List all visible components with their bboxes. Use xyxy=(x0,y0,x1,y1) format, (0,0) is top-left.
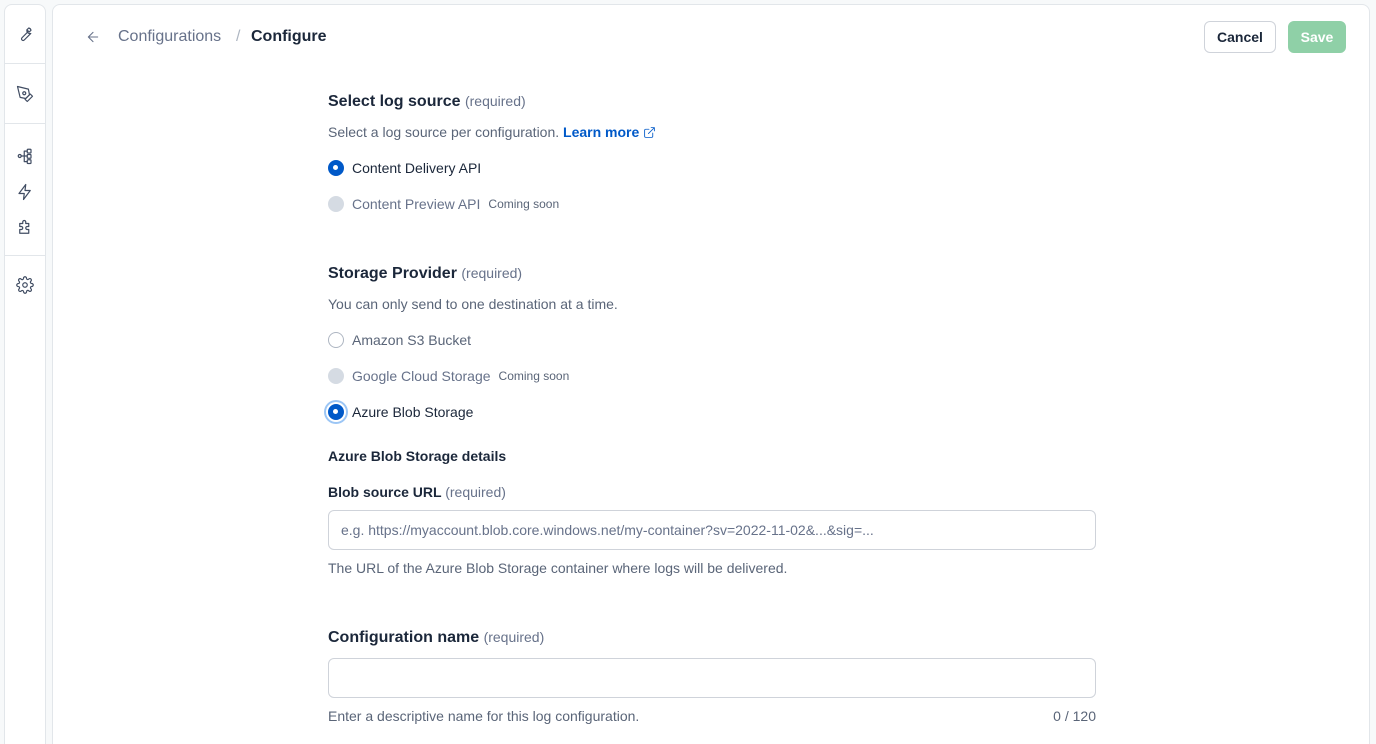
radio-label: Google Cloud Storage xyxy=(352,368,491,384)
config-name-help: Enter a descriptive name for this log co… xyxy=(328,708,640,724)
flow-icon[interactable] xyxy=(5,141,45,171)
radio-button[interactable] xyxy=(328,160,344,176)
pen-icon[interactable] xyxy=(5,79,45,109)
required-marker: (required) xyxy=(461,265,523,281)
required-marker: (required) xyxy=(464,93,526,109)
radio-amazon-s3[interactable]: Amazon S3 Bucket xyxy=(328,330,471,350)
storage-provider-help: You can only send to one destination at … xyxy=(328,296,618,312)
radio-content-preview-api: Content Preview API Coming soon xyxy=(328,194,559,214)
required-marker: (required) xyxy=(483,629,545,645)
radio-button xyxy=(328,368,344,384)
puzzle-icon[interactable] xyxy=(5,213,45,243)
blob-url-help: The URL of the Azure Blob Storage contai… xyxy=(328,560,788,576)
rail-divider xyxy=(5,255,45,256)
radio-label: Content Preview API xyxy=(352,196,481,212)
radio-google-cloud-storage: Google Cloud Storage Coming soon xyxy=(328,366,569,386)
log-source-help-text: Select a log source per configuration. xyxy=(328,124,560,140)
coming-soon-badge: Coming soon xyxy=(498,369,570,383)
left-nav-rail xyxy=(4,4,46,744)
radio-button xyxy=(328,196,344,212)
config-name-input[interactable] xyxy=(328,658,1096,698)
learn-more-label: Learn more xyxy=(563,124,640,140)
cancel-button[interactable]: Cancel xyxy=(1204,21,1276,53)
rail-divider xyxy=(5,63,45,64)
config-name-title: Configuration name (required) xyxy=(328,627,544,648)
gear-icon[interactable] xyxy=(5,270,45,300)
char-counter: 0 / 120 xyxy=(1053,708,1096,724)
back-button[interactable] xyxy=(83,27,103,47)
azure-details-title: Azure Blob Storage details xyxy=(328,448,507,464)
blob-url-label-text: Blob source URL xyxy=(328,484,442,500)
blob-url-label: Blob source URL (required) xyxy=(328,483,506,501)
save-button[interactable]: Save xyxy=(1288,21,1346,53)
radio-label: Azure Blob Storage xyxy=(352,404,474,420)
wrench-icon[interactable] xyxy=(5,19,45,49)
bolt-icon[interactable] xyxy=(5,177,45,207)
log-source-title: Select log source (required) xyxy=(328,91,526,112)
main-panel: Configurations / Configure Cancel Save S… xyxy=(52,4,1370,744)
coming-soon-badge: Coming soon xyxy=(488,197,560,211)
page-title: Configure xyxy=(251,28,327,45)
page-header: Configurations / Configure Cancel Save xyxy=(53,5,1369,69)
radio-azure-blob-storage[interactable]: Azure Blob Storage xyxy=(328,402,473,422)
blob-url-input[interactable] xyxy=(328,510,1096,550)
radio-content-delivery-api[interactable]: Content Delivery API xyxy=(328,158,481,178)
log-source-title-text: Select log source xyxy=(328,93,461,110)
breadcrumb-separator: / xyxy=(236,28,241,45)
breadcrumb-configurations-link[interactable]: Configurations xyxy=(118,27,221,47)
arrow-left-icon xyxy=(85,29,101,45)
radio-button[interactable] xyxy=(328,332,344,348)
storage-provider-title: Storage Provider (required) xyxy=(328,263,522,284)
storage-provider-title-text: Storage Provider xyxy=(328,265,457,282)
learn-more-link[interactable]: Learn more xyxy=(563,124,656,140)
radio-label: Amazon S3 Bucket xyxy=(352,332,472,348)
external-link-icon xyxy=(643,125,656,138)
config-name-title-text: Configuration name xyxy=(328,629,480,646)
rail-divider xyxy=(5,123,45,124)
log-source-help: Select a log source per configuration. L… xyxy=(328,123,656,141)
radio-button[interactable] xyxy=(328,404,344,420)
required-marker: (required) xyxy=(445,484,506,500)
radio-label: Content Delivery API xyxy=(352,160,482,176)
